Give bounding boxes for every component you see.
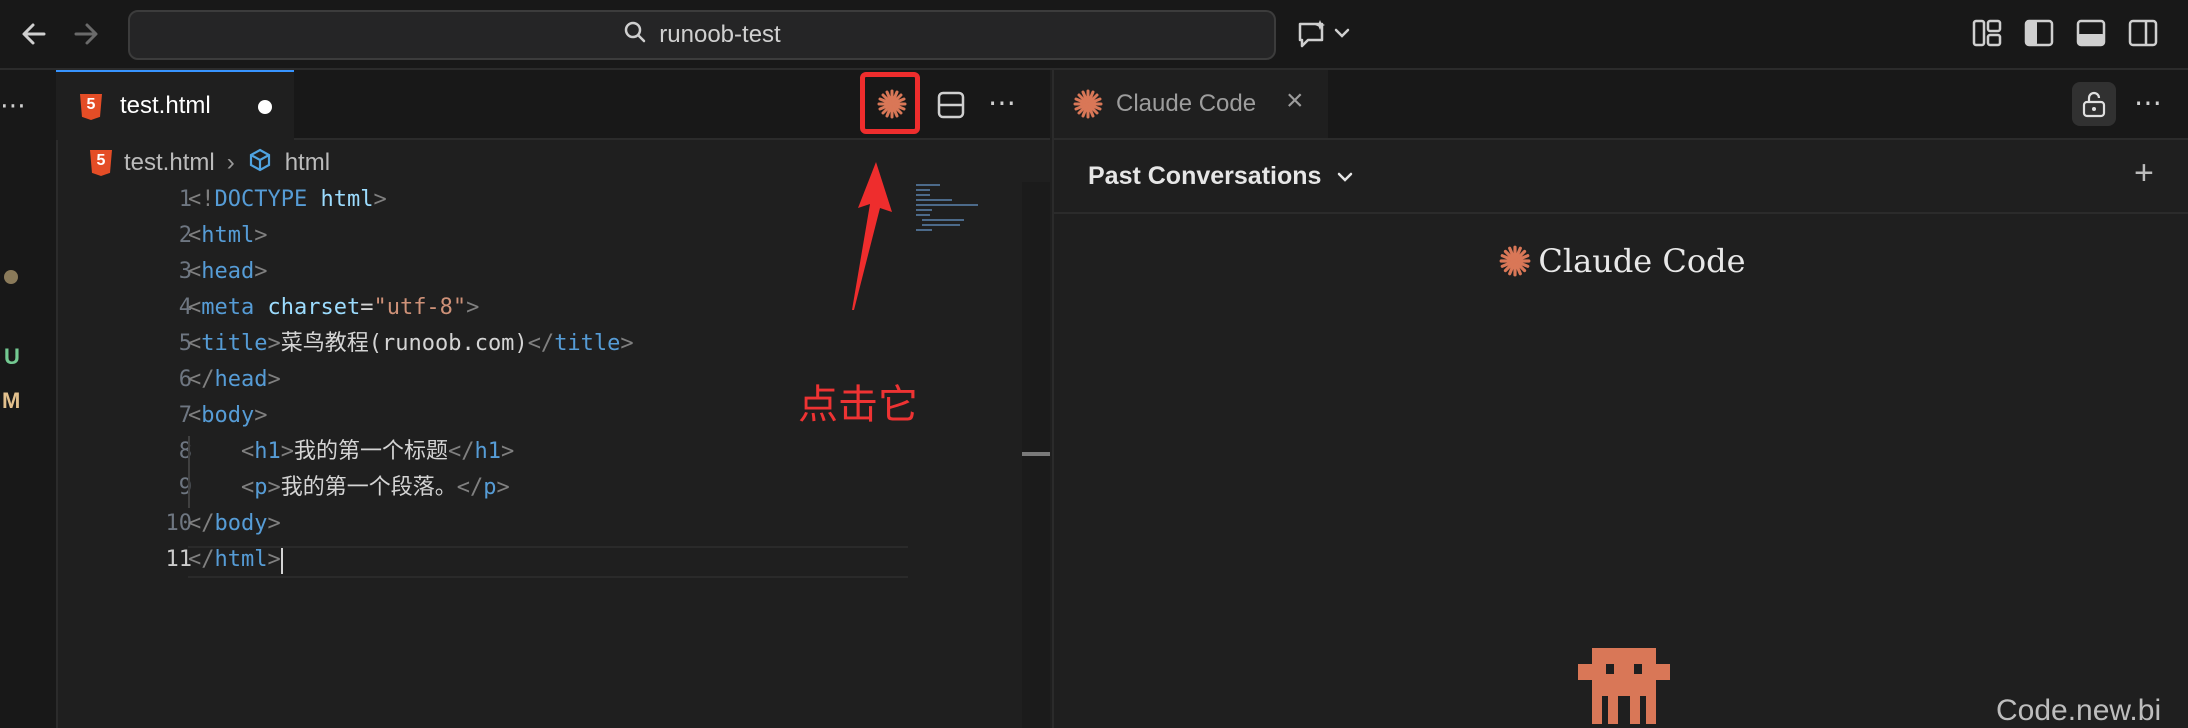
past-conversations-label: Past Conversations xyxy=(1088,162,1322,190)
code-line: 9 <p>我的第一个段落。</p> xyxy=(178,475,510,500)
scrollbar-marker xyxy=(1022,452,1050,456)
html5-icon: 5 xyxy=(80,94,102,120)
divider xyxy=(1054,212,2188,214)
code-line: 10 </body> xyxy=(165,511,281,536)
lock-icon xyxy=(2082,91,2106,118)
sidebar-left-icon[interactable] xyxy=(2024,18,2054,48)
watermark: Code.new.bi xyxy=(1996,694,2162,727)
panel-more-icon[interactable]: ⋯ xyxy=(2134,86,2162,119)
annotation-arrow-icon xyxy=(852,162,892,310)
panel-tab-label: Claude Code xyxy=(1116,90,1257,117)
explorer-strip: ⋯ U M xyxy=(0,70,58,728)
breadcrumb-file[interactable]: test.html xyxy=(124,149,215,177)
command-center-search[interactable]: runoob-test xyxy=(128,10,1276,60)
panel-bottom-icon[interactable] xyxy=(2076,18,2106,48)
tab-test-html[interactable]: 5 test.html xyxy=(56,70,294,140)
current-line-highlight xyxy=(188,546,908,578)
minimap[interactable] xyxy=(912,180,992,240)
back-arrow-icon[interactable] xyxy=(16,16,52,52)
symbol-icon xyxy=(247,147,273,180)
split-editor-icon[interactable] xyxy=(936,90,966,125)
pixel-mascot-icon xyxy=(1578,648,1670,724)
git-untracked-badge: U xyxy=(4,344,20,369)
unsaved-dot-icon[interactable] xyxy=(258,100,272,114)
code-line: 4 <meta charset="utf-8"> xyxy=(178,295,480,320)
chat-sparkle-icon[interactable] xyxy=(1296,18,1352,48)
indent-guide xyxy=(188,436,190,508)
breadcrumb: 5 test.html › html xyxy=(90,148,330,178)
past-conversations-dropdown[interactable]: Past Conversations xyxy=(1088,162,1355,191)
status-dot xyxy=(4,270,18,284)
sidebar-right-icon[interactable] xyxy=(2128,18,2158,48)
annotation-text: 点击它 xyxy=(798,382,918,428)
breadcrumb-symbol[interactable]: html xyxy=(285,149,330,177)
panel-tab-bar: Claude Code × ⋯ xyxy=(1054,70,2188,140)
layout-icon[interactable] xyxy=(1972,18,2002,48)
search-text: runoob-test xyxy=(659,21,781,48)
search-icon xyxy=(623,20,647,51)
code-line: 3 <head> xyxy=(178,259,268,284)
close-icon[interactable]: × xyxy=(1286,84,1304,118)
more-icon[interactable]: ⋯ xyxy=(0,90,26,121)
more-actions-icon[interactable]: ⋯ xyxy=(988,86,1016,119)
lock-button[interactable] xyxy=(2072,82,2116,126)
code-line: 2 <html> xyxy=(178,223,268,248)
html5-icon: 5 xyxy=(90,150,112,176)
code-line: 1 <!DOCTYPE html> xyxy=(178,187,387,212)
chevron-right-icon: › xyxy=(226,149,235,176)
brand-name: Claude Code xyxy=(1538,242,1746,280)
claude-code-panel: Claude Code × ⋯ Past Conversations + Cla… xyxy=(1052,70,2188,728)
chevron-down-icon xyxy=(1338,172,1353,182)
tab-claude-code[interactable]: Claude Code × xyxy=(1054,70,1328,138)
title-bar: runoob-test xyxy=(0,0,2188,70)
forward-arrow-icon[interactable] xyxy=(68,16,104,52)
claude-asterisk-icon xyxy=(1500,245,1531,277)
code-line: 5 <title>菜鸟教程(runoob.com)</title> xyxy=(178,331,634,356)
claude-asterisk-icon xyxy=(1072,88,1104,125)
annotation-highlight-box xyxy=(860,72,920,134)
plus-icon[interactable]: + xyxy=(2134,154,2154,193)
code-line: 8 <h1>我的第一个标题</h1> xyxy=(178,439,515,464)
tab-label: test.html xyxy=(120,92,211,119)
git-modified-badge: M xyxy=(2,388,21,413)
claude-code-logo: Claude Code xyxy=(1054,242,2188,280)
